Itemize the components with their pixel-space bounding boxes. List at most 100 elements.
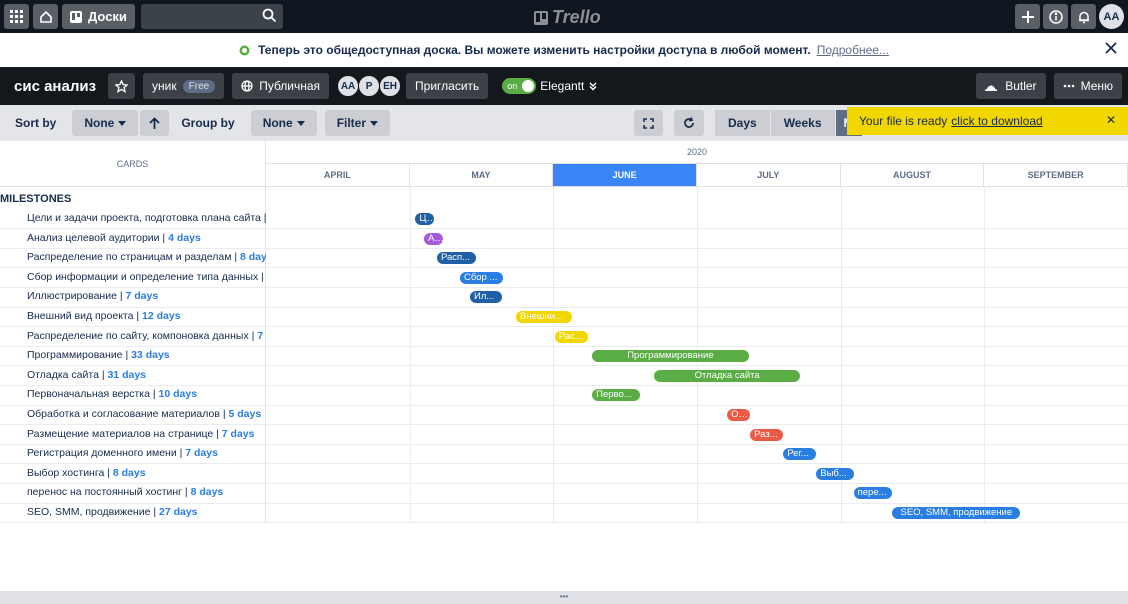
download-link[interactable]: click to download bbox=[951, 114, 1042, 128]
apps-grid-button[interactable] bbox=[4, 4, 29, 29]
notice-learn-more-link[interactable]: Подробнее... bbox=[817, 43, 889, 57]
board-title[interactable]: сис анализ bbox=[14, 78, 96, 95]
group-dropdown[interactable]: None bbox=[250, 110, 317, 136]
gantt-bar[interactable]: Внешни... bbox=[515, 311, 573, 323]
star-button[interactable] bbox=[108, 73, 136, 99]
card-row-label[interactable]: Распределение по сайту, компоновка данны… bbox=[27, 327, 266, 346]
card-duration: 27 days bbox=[158, 506, 198, 518]
month-gridline bbox=[553, 187, 555, 523]
board-icon bbox=[70, 10, 82, 23]
gantt-bar[interactable]: Перво... bbox=[592, 389, 640, 402]
trello-logo[interactable]: Trello bbox=[534, 7, 601, 28]
butler-button[interactable]: Butler bbox=[976, 73, 1046, 99]
grid-icon bbox=[10, 10, 23, 23]
fullscreen-button[interactable] bbox=[634, 110, 663, 136]
card-duration: 8 days bbox=[240, 251, 266, 264]
gantt-chart: CARDS 2020 APRIL MAY JUNE JULY AUGUST SEPTEMB… bbox=[0, 141, 1128, 591]
team-button[interactable]: уник Free bbox=[143, 73, 225, 99]
card-duration: 12 days bbox=[142, 310, 181, 322]
gantt-bar[interactable]: Выб... bbox=[816, 467, 854, 480]
card-row-label[interactable]: Распределение по страницам и разделам | … bbox=[27, 248, 266, 267]
bell-icon bbox=[1078, 11, 1089, 23]
month-header-september: SEPTEMBER bbox=[984, 164, 1128, 187]
member-avatar[interactable]: EH bbox=[379, 75, 402, 97]
card-row-label[interactable]: Размещение материалов на странице | 7 da… bbox=[27, 425, 266, 444]
month-header-may: MAY bbox=[409, 164, 554, 187]
card-row-label[interactable]: Выбор хостинга | 8 days bbox=[27, 464, 266, 483]
powerup-name: Elegantt bbox=[540, 79, 585, 93]
card-row-label[interactable]: Анализ целевой аудитории | 4 days bbox=[27, 229, 266, 248]
gantt-bar[interactable]: О... bbox=[727, 409, 751, 421]
card-duration: 31 days bbox=[107, 368, 146, 381]
filter-dropdown[interactable]: Filter bbox=[324, 110, 391, 136]
refresh-icon bbox=[684, 117, 694, 128]
create-button[interactable] bbox=[1015, 4, 1040, 29]
group-value: None bbox=[262, 116, 293, 130]
gantt-bar[interactable]: пере... bbox=[853, 487, 893, 500]
info-icon bbox=[1048, 9, 1063, 24]
refresh-button[interactable] bbox=[674, 110, 704, 136]
milestones-section-title: MILESTONES bbox=[0, 193, 72, 205]
card-row-label[interactable]: Цели и задачи проекта, подготовка плана … bbox=[27, 209, 266, 228]
notifications-button[interactable] bbox=[1071, 4, 1096, 29]
month-header-july: JULY bbox=[697, 164, 841, 187]
card-row-label[interactable]: Обработка и согласование материалов | 5 … bbox=[27, 405, 266, 424]
gantt-bar[interactable]: SEO, SMM, продвижение bbox=[892, 507, 1021, 519]
elegantt-toggle[interactable]: on Elegantt bbox=[502, 78, 598, 94]
card-row-label[interactable]: Регистрация доменного имени | 7 days bbox=[27, 444, 266, 463]
boards-button[interactable]: Доски bbox=[62, 4, 135, 29]
card-title: перенос на постоянный хостинг | bbox=[27, 486, 191, 499]
fullscreen-icon bbox=[643, 117, 654, 129]
card-row-label[interactable]: перенос на постоянный хостинг | 8 days bbox=[27, 483, 266, 502]
card-duration: 7 days bbox=[185, 447, 218, 460]
sort-value: None bbox=[84, 116, 115, 130]
gantt-bar[interactable]: Отладка сайта bbox=[653, 369, 801, 382]
invite-button[interactable]: Пригласить bbox=[406, 73, 489, 99]
trello-logo-icon bbox=[534, 10, 548, 25]
gantt-bar[interactable]: Ил... bbox=[470, 291, 502, 304]
gantt-bar[interactable]: Сбор ... bbox=[459, 271, 504, 284]
toggle-switch[interactable]: on bbox=[502, 78, 537, 94]
info-button[interactable] bbox=[1043, 4, 1068, 29]
resize-handle[interactable]: ••• bbox=[0, 591, 1128, 604]
card-row-label[interactable]: Первоначальная верстка | 10 days bbox=[27, 385, 266, 404]
sort-dropdown[interactable]: None bbox=[72, 110, 139, 136]
member-avatar[interactable]: P bbox=[358, 75, 381, 97]
view-weeks-button[interactable]: Weeks bbox=[770, 110, 835, 136]
card-row-label[interactable]: Отладка сайта | 31 days bbox=[27, 366, 266, 385]
member-avatar[interactable]: AA bbox=[337, 75, 360, 97]
user-avatar[interactable]: AA bbox=[1099, 4, 1124, 29]
sort-direction-button[interactable] bbox=[140, 110, 170, 136]
card-row-label[interactable]: Программирование | 33 days bbox=[27, 346, 266, 365]
gantt-bar[interactable]: Раз... bbox=[750, 428, 784, 441]
toast-close-icon[interactable]: ✕ bbox=[1106, 113, 1116, 127]
card-duration: 7 days bbox=[125, 290, 159, 303]
visibility-button[interactable]: Публичная bbox=[232, 73, 330, 99]
cards-column-header: CARDS bbox=[0, 141, 266, 187]
search-input[interactable] bbox=[140, 4, 283, 29]
card-row-label[interactable]: Иллюстрирование | 7 days bbox=[27, 287, 266, 306]
menu-button[interactable]: Меню bbox=[1053, 73, 1122, 99]
visibility-label: Публичная bbox=[259, 79, 321, 93]
gantt-bar[interactable]: Ц... bbox=[415, 213, 435, 225]
card-row-label[interactable]: SEO, SMM, продвижение | 27 days bbox=[27, 503, 266, 522]
public-board-notice: Теперь это общедоступная доска. Вы может… bbox=[0, 33, 1128, 67]
gantt-bar[interactable]: А... bbox=[424, 232, 443, 245]
plus-icon bbox=[1021, 10, 1034, 23]
month-gridline bbox=[984, 187, 986, 523]
card-title: Программирование | bbox=[27, 349, 132, 362]
team-name: уник bbox=[152, 79, 177, 93]
home-button[interactable] bbox=[33, 4, 58, 29]
gantt-bar[interactable]: Программирование bbox=[592, 350, 749, 363]
notice-close-icon[interactable] bbox=[1104, 41, 1118, 55]
card-row-label[interactable]: Сбор информации и определение типа данны… bbox=[27, 268, 266, 287]
gantt-bar[interactable]: Расп... bbox=[436, 252, 476, 265]
public-globe-icon bbox=[239, 45, 250, 55]
card-row-label[interactable]: Внешний вид проекта | 12 days bbox=[27, 307, 266, 326]
gantt-bar[interactable]: Рег... bbox=[783, 448, 817, 461]
card-title: Анализ целевой аудитории | bbox=[27, 231, 169, 244]
gantt-bar[interactable]: Рас... bbox=[554, 330, 588, 343]
view-days-button[interactable]: Days bbox=[715, 110, 770, 136]
card-duration: 7 days bbox=[221, 427, 255, 440]
notice-text: Теперь это общедоступная доска. Вы может… bbox=[258, 43, 811, 57]
